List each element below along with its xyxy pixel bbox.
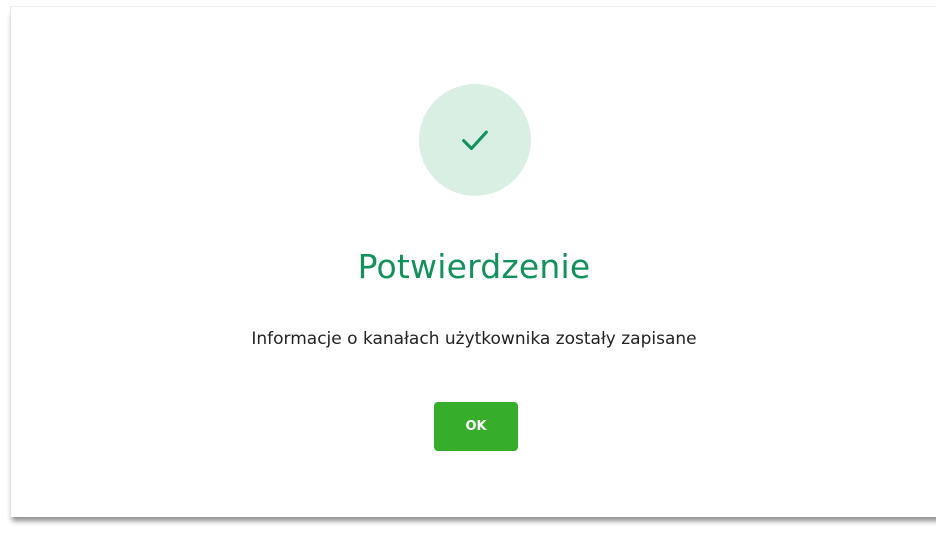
ok-button[interactable]: OK bbox=[434, 402, 518, 451]
dialog-message: Informacje o kanałach użytkownika został… bbox=[251, 329, 697, 349]
dialog-title: Potwierdzenie bbox=[357, 247, 591, 286]
success-icon-badge bbox=[419, 84, 531, 196]
screen: Potwierdzenie Informacje o kanałach użyt… bbox=[0, 0, 936, 539]
check-icon bbox=[462, 130, 488, 151]
confirmation-dialog: Potwierdzenie Informacje o kanałach użyt… bbox=[10, 6, 936, 517]
dialog-content: Potwierdzenie Informacje o kanałach użyt… bbox=[11, 7, 936, 517]
